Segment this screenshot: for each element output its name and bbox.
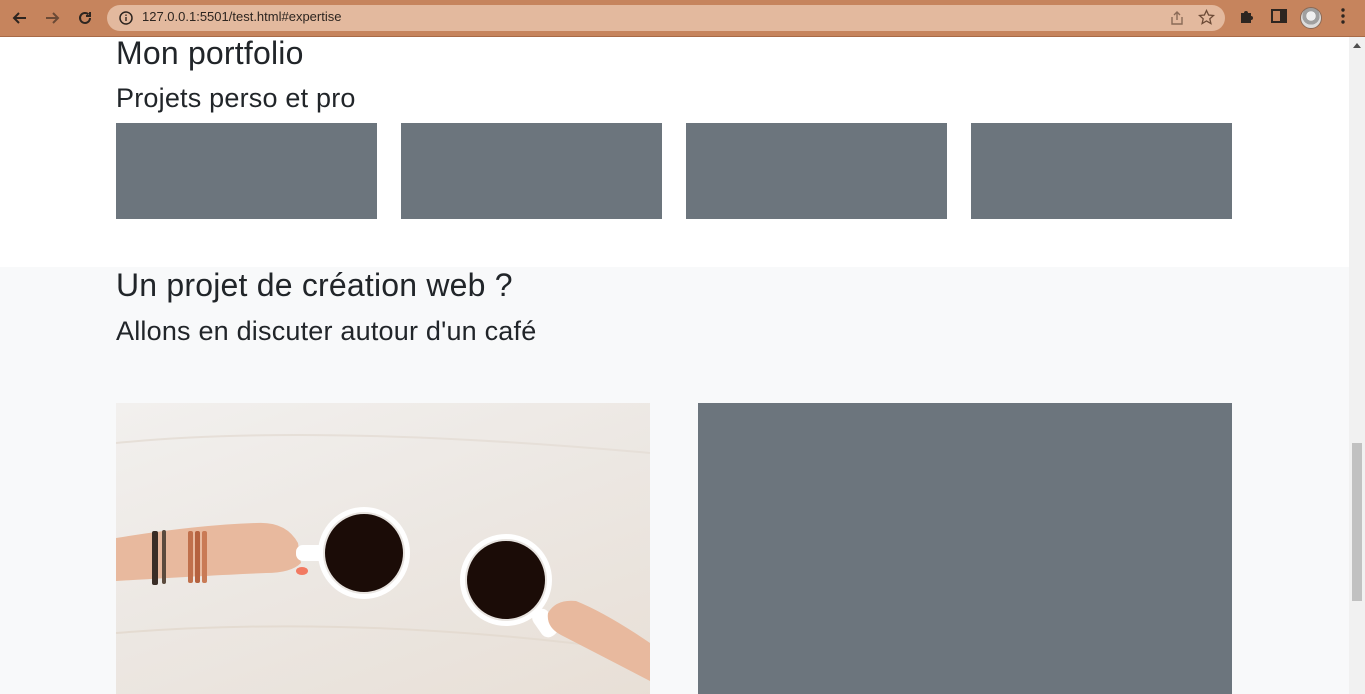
info-icon[interactable] [119, 11, 133, 25]
content-placeholder-block [698, 403, 1232, 694]
coffee-cups-photo [116, 403, 650, 694]
page-scrollbar[interactable] [1349, 37, 1365, 694]
share-icon[interactable] [1169, 10, 1185, 26]
contact-subtitle: Allons en discuter autour d'un café [116, 316, 537, 346]
portfolio-section: Mon portfolio Projets perso et pro [0, 37, 1349, 267]
url-text: 127.0.0.1:5501/test.html#expertise [142, 9, 342, 24]
portfolio-project-card[interactable] [686, 123, 947, 219]
portfolio-project-card[interactable] [971, 123, 1232, 219]
address-bar[interactable]: 127.0.0.1:5501/test.html#expertise [107, 5, 1225, 31]
portfolio-subtitle: Projets perso et pro [116, 83, 356, 113]
back-arrow-icon [12, 12, 26, 24]
browser-toolbar: 127.0.0.1:5501/test.html#expertise [0, 0, 1365, 37]
bookmark-star-icon[interactable] [1198, 9, 1215, 26]
portfolio-project-card[interactable] [116, 123, 377, 219]
forward-arrow-icon [46, 12, 60, 24]
reload-button[interactable] [73, 6, 97, 30]
scrollbar-thumb[interactable] [1352, 443, 1362, 601]
portfolio-project-card[interactable] [401, 123, 662, 219]
profile-avatar[interactable] [1300, 7, 1322, 29]
portfolio-title: Mon portfolio [116, 37, 304, 71]
coffee-cups-illustration [116, 434, 650, 681]
scroll-up-arrow-icon[interactable] [1353, 43, 1361, 48]
contact-section: Un projet de création web ? Allons en di… [0, 267, 1349, 694]
extensions-puzzle-icon[interactable] [1238, 7, 1256, 25]
side-panel-icon[interactable] [1270, 7, 1288, 25]
menu-kebab-icon[interactable] [1336, 7, 1350, 25]
back-button[interactable] [8, 6, 32, 30]
reload-icon [79, 11, 91, 24]
contact-title: Un projet de création web ? [116, 267, 513, 303]
page-viewport: Mon portfolio Projets perso et pro Un pr… [0, 37, 1349, 694]
forward-button[interactable] [40, 6, 64, 30]
